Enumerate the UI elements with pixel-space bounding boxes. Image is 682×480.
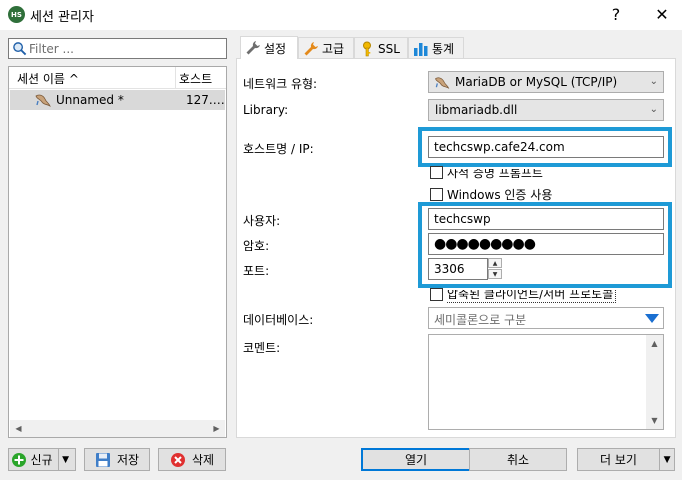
- chevron-down-icon: ⌄: [649, 104, 658, 115]
- tab-advanced[interactable]: 고급: [298, 37, 354, 59]
- windows-auth-checkbox[interactable]: [430, 188, 443, 201]
- network-type-value: MariaDB or MySQL (TCP/IP): [455, 75, 618, 89]
- database-select[interactable]: 세미콜론으로 구분: [428, 307, 664, 329]
- comment-scrollbar[interactable]: ▲ ▼: [646, 335, 663, 429]
- user-label: 사용자:: [243, 214, 281, 228]
- comment-label: 코멘트:: [243, 341, 281, 355]
- windows-auth-label: Windows 인증 사용: [447, 188, 553, 202]
- wrench-orange-icon: [304, 41, 318, 55]
- host-label: 호스트명 / IP:: [243, 142, 314, 156]
- session-tree[interactable]: 세션 이름 ^ 호스트 Unnamed * 127.… ◀ ▶: [8, 66, 227, 438]
- tab-settings[interactable]: 설정: [240, 36, 298, 59]
- session-list-header: 세션 이름 ^ 호스트: [9, 67, 226, 89]
- open-button[interactable]: 열기: [361, 448, 471, 471]
- sort-ascending-icon: ^: [68, 72, 79, 86]
- library-value: libmariadb.dll: [435, 103, 518, 117]
- password-label: 암호:: [243, 239, 270, 253]
- database-label: 데이터베이스:: [243, 313, 314, 327]
- cancel-button[interactable]: 취소: [469, 448, 567, 471]
- network-type-label: 네트워크 유형:: [243, 77, 318, 91]
- wrench-icon: [246, 41, 260, 55]
- password-input[interactable]: ●●●●●●●●●: [428, 233, 664, 255]
- horizontal-scrollbar[interactable]: ◀ ▶: [10, 420, 225, 437]
- search-icon: [13, 42, 27, 56]
- compression-checkbox[interactable]: [430, 288, 443, 301]
- comment-textarea[interactable]: ▲ ▼: [428, 334, 664, 430]
- port-label: 포트:: [243, 264, 270, 278]
- column-header-host[interactable]: 호스트: [179, 70, 212, 87]
- session-row[interactable]: Unnamed * 127.…: [10, 90, 225, 110]
- help-button[interactable]: ?: [604, 3, 628, 25]
- more-button[interactable]: 더 보기 ▼: [577, 448, 675, 471]
- port-spinner[interactable]: ▲ ▼: [488, 258, 502, 280]
- dropdown-arrow-icon: [645, 314, 659, 323]
- tab-statistics[interactable]: 통계: [408, 37, 464, 59]
- floppy-icon: [95, 452, 110, 467]
- scroll-up-icon[interactable]: ▲: [646, 335, 663, 352]
- bar-chart-icon: [414, 42, 428, 56]
- spin-up-icon[interactable]: ▲: [488, 258, 502, 268]
- tab-ssl[interactable]: SSL: [354, 37, 408, 59]
- column-header-session-name[interactable]: 세션 이름 ^: [17, 70, 79, 87]
- column-divider[interactable]: [175, 67, 176, 89]
- mariadb-seal-icon: [35, 94, 51, 107]
- mariadb-seal-icon: [434, 77, 450, 90]
- scroll-left-icon[interactable]: ◀: [10, 420, 27, 437]
- prompt-credentials-checkbox[interactable]: [430, 166, 443, 179]
- session-name: Unnamed *: [56, 93, 124, 107]
- title-bar: HS 세션 관리자 ? ✕: [0, 0, 682, 30]
- scroll-down-icon[interactable]: ▼: [646, 412, 663, 429]
- help-icon: ?: [611, 4, 621, 24]
- delete-button[interactable]: 삭제: [158, 448, 226, 471]
- library-label: Library:: [243, 103, 289, 117]
- save-button[interactable]: 저장: [84, 448, 150, 471]
- host-input[interactable]: techcswp.cafe24.com: [428, 136, 664, 158]
- delete-icon: [170, 452, 185, 467]
- close-button[interactable]: ✕: [650, 3, 674, 25]
- app-logo-icon: HS: [8, 6, 25, 23]
- window-title: 세션 관리자: [30, 10, 94, 25]
- new-dropdown-icon[interactable]: ▼: [57, 449, 73, 470]
- key-icon: [363, 41, 371, 56]
- library-select[interactable]: libmariadb.dll ⌄: [428, 99, 664, 121]
- chevron-down-icon: ⌄: [649, 76, 658, 87]
- new-button[interactable]: 신규 ▼: [8, 448, 76, 471]
- spin-down-icon[interactable]: ▼: [488, 269, 502, 279]
- filter-input[interactable]: [29, 41, 219, 56]
- filter-box[interactable]: [8, 38, 227, 59]
- plus-icon: [12, 452, 27, 467]
- port-input[interactable]: 3306: [428, 258, 488, 280]
- more-dropdown-icon[interactable]: ▼: [659, 449, 674, 470]
- session-host: 127.…: [186, 93, 225, 107]
- user-input[interactable]: techcswp: [428, 208, 664, 230]
- close-icon: ✕: [655, 4, 669, 24]
- network-type-select[interactable]: MariaDB or MySQL (TCP/IP) ⌄: [428, 71, 664, 93]
- scroll-right-icon[interactable]: ▶: [208, 420, 225, 437]
